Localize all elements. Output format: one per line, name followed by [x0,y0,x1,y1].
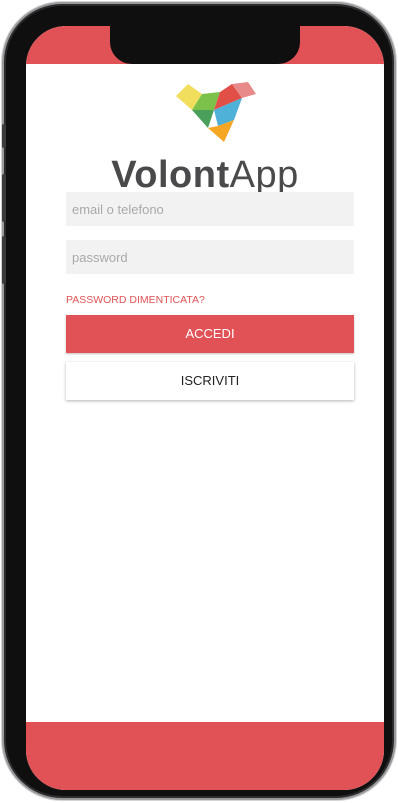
mute-switch [2,124,6,148]
password-field[interactable] [66,240,354,274]
bottom-bar [26,722,384,790]
heart-logo-icon [176,82,256,142]
volume-down-button [2,236,6,284]
app-name-light: App [229,154,299,196]
screen: VolontApp PASSWORD DIMENTICATA? ACCEDI I… [26,26,384,790]
phone-frame: VolontApp PASSWORD DIMENTICATA? ACCEDI I… [2,6,392,796]
app-name-bold: Volont [111,154,230,196]
signup-button[interactable]: ISCRIVITI [66,362,354,400]
app-name: VolontApp [26,154,384,197]
forgot-password-link[interactable]: PASSWORD DIMENTICATA? [66,294,205,306]
login-button[interactable]: ACCEDI [66,315,354,353]
email-field[interactable] [66,192,354,226]
page: VolontApp PASSWORD DIMENTICATA? ACCEDI I… [0,0,398,803]
volume-up-button [2,174,6,222]
notch [110,26,300,64]
